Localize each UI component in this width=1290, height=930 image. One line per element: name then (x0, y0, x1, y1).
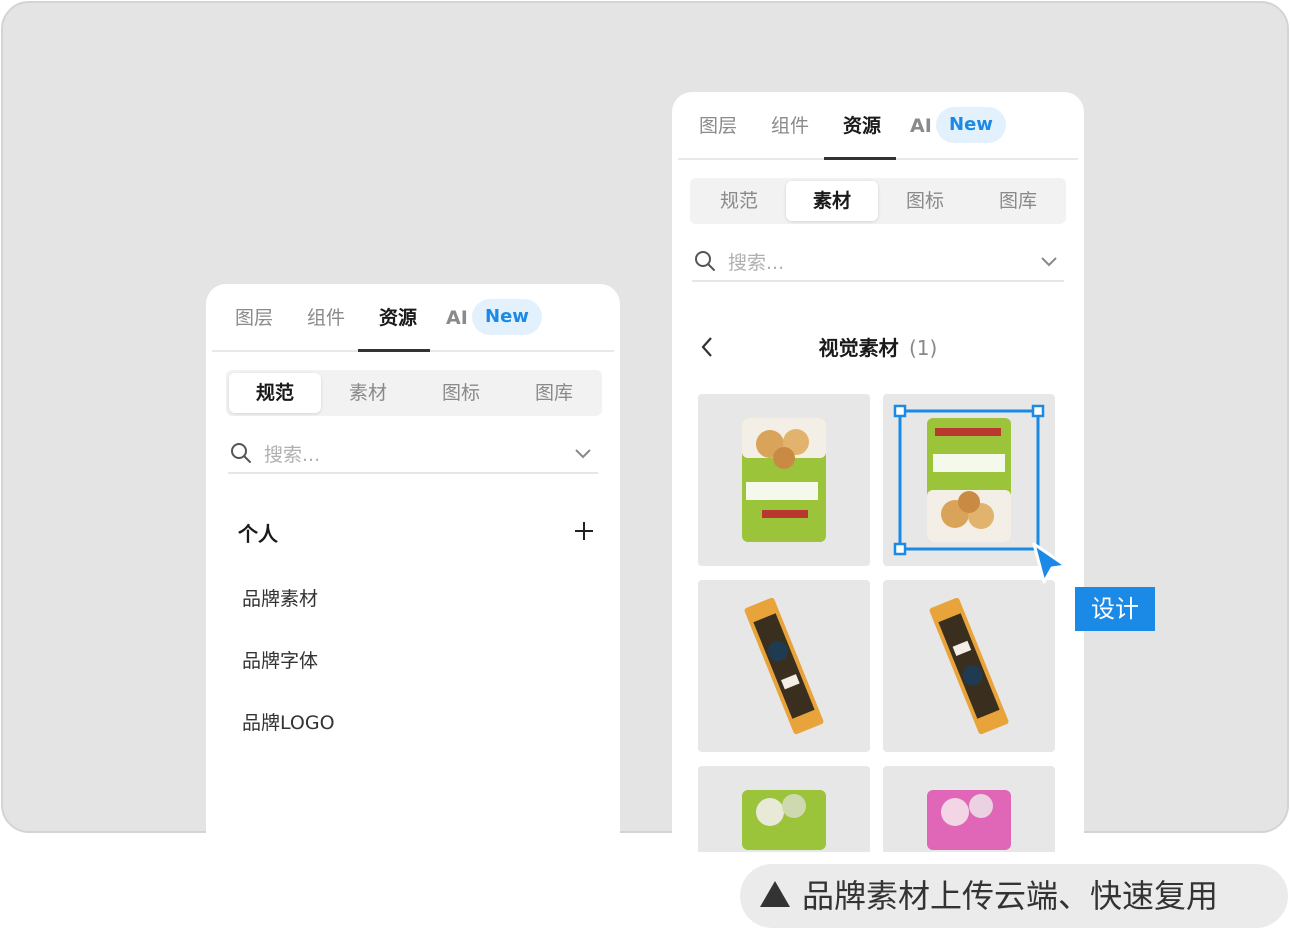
segment-control: 规范 素材 图标 图库 (226, 370, 602, 416)
snack-bar-image (929, 597, 1009, 735)
add-icon[interactable] (573, 520, 595, 542)
tab-ai[interactable]: AI (446, 302, 468, 334)
snack-bar-image (744, 597, 824, 735)
asset-thumbnail[interactable] (698, 394, 870, 566)
selection-box[interactable] (893, 404, 1047, 558)
panel-tabs: 图层 组件 资源 AI New (678, 92, 1078, 160)
caption-text: 品牌素材上传云端、快速复用 (802, 877, 1219, 915)
snack-bag-image (742, 418, 826, 542)
search-input[interactable]: 搜索... (728, 248, 784, 275)
tab-components[interactable]: 组件 (302, 302, 350, 334)
folder-count: (1) (909, 336, 938, 360)
search-input[interactable]: 搜索... (264, 440, 320, 467)
active-tab-indicator (824, 157, 896, 160)
tab-assets[interactable]: 资源 (374, 302, 422, 334)
tab-assets[interactable]: 资源 (838, 110, 886, 142)
folder-header: 视觉素材 (1) (672, 332, 1084, 361)
segment-spec[interactable]: 规范 (229, 373, 321, 413)
pointer-cursor-icon (1032, 542, 1068, 584)
asset-thumbnail[interactable] (698, 766, 870, 852)
tab-components[interactable]: 组件 (766, 110, 814, 142)
search-bar[interactable]: 搜索... (228, 434, 598, 474)
canvas-background (1, 1, 1289, 833)
chevron-down-icon[interactable] (574, 448, 592, 460)
section-personal: 个人 (238, 522, 278, 546)
folder-title: 视觉素材 (818, 336, 899, 360)
left-assets-panel: 图层 组件 资源 AI New 规范 素材 图标 图库 搜索... 个人 品牌素… (206, 284, 620, 844)
segment-spec[interactable]: 规范 (693, 181, 785, 221)
list-item-brand-material[interactable]: 品牌素材 (242, 584, 318, 611)
cursor-user-tag: 设计 (1075, 587, 1155, 631)
segment-icons[interactable]: 图标 (879, 181, 971, 221)
list-item-brand-font[interactable]: 品牌字体 (242, 646, 318, 673)
segment-gallery[interactable]: 图库 (508, 373, 600, 413)
segment-gallery[interactable]: 图库 (972, 181, 1064, 221)
tab-ai[interactable]: AI (910, 110, 932, 142)
triangle-icon (760, 881, 790, 907)
snack-bag-image (927, 790, 1011, 850)
asset-thumbnail[interactable] (883, 580, 1055, 752)
tab-layers[interactable]: 图层 (694, 110, 742, 142)
list-item-brand-logo[interactable]: 品牌LOGO (242, 708, 335, 735)
segment-material[interactable]: 素材 (786, 181, 878, 221)
chevron-down-icon[interactable] (1040, 256, 1058, 268)
tab-layers[interactable]: 图层 (230, 302, 278, 334)
feature-caption: 品牌素材上传云端、快速复用 (740, 864, 1288, 928)
segment-control: 规范 素材 图标 图库 (690, 178, 1066, 224)
new-badge: New (936, 107, 1006, 143)
panel-tabs: 图层 组件 资源 AI New (212, 284, 614, 352)
search-icon (231, 443, 251, 463)
segment-icons[interactable]: 图标 (415, 373, 507, 413)
asset-thumbnail[interactable] (883, 766, 1055, 852)
segment-material[interactable]: 素材 (322, 373, 414, 413)
asset-thumbnail[interactable] (698, 580, 870, 752)
new-badge: New (472, 299, 542, 335)
active-tab-indicator (358, 349, 430, 352)
search-icon (695, 251, 715, 271)
snack-bag-image (742, 790, 826, 850)
search-bar[interactable]: 搜索... (692, 242, 1064, 282)
